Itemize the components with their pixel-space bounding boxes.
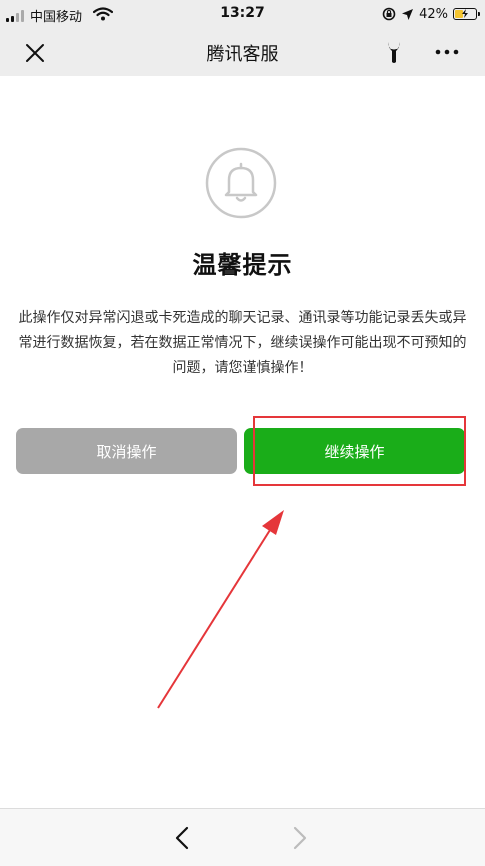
forward-arrow-icon (293, 826, 307, 850)
page-title: 腾讯客服 (206, 44, 279, 65)
status-right-group: 42% (382, 5, 480, 23)
cancel-button[interactable]: 取消操作 (16, 428, 237, 474)
bottom-toolbar (0, 808, 485, 866)
dialog-title: 温馨提示 (192, 251, 293, 279)
orientation-lock-icon (382, 7, 396, 21)
location-arrow-icon (402, 8, 414, 20)
wrench-icon[interactable] (384, 39, 404, 65)
charging-bolt-icon (462, 9, 468, 18)
dialog-message: 此操作仅对异常闪退或卡死造成的聊天记录、通讯录等功能记录丢失或异常进行数据恢复，… (18, 310, 467, 376)
battery-percent: 42% (419, 6, 448, 22)
status-bar: 中国移动 13:27 42% (0, 0, 485, 28)
close-icon[interactable] (22, 40, 48, 66)
bell-icon (205, 147, 277, 219)
back-arrow-icon[interactable] (170, 823, 194, 853)
nav-bar: 腾讯客服 (0, 28, 485, 76)
more-icon[interactable] (432, 39, 462, 65)
annotation-highlight-box (253, 416, 466, 486)
battery-icon (453, 8, 480, 20)
